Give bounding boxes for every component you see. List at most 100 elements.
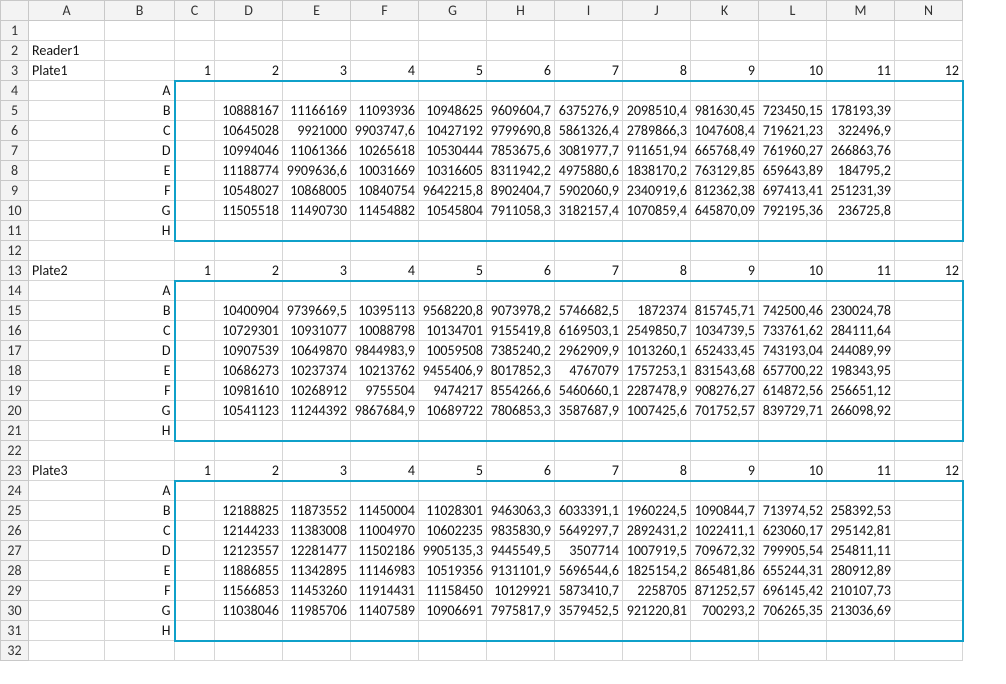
cell-K17[interactable]: 652433,45 bbox=[691, 341, 759, 361]
cell-I32[interactable] bbox=[555, 641, 623, 661]
row-header-30[interactable]: 30 bbox=[1, 601, 29, 621]
cell-H15[interactable]: 9073978,2 bbox=[487, 301, 555, 321]
cell-F24[interactable] bbox=[351, 481, 419, 501]
cell-E22[interactable] bbox=[283, 441, 351, 461]
row-header-31[interactable]: 31 bbox=[1, 621, 29, 641]
cell-D4[interactable] bbox=[215, 81, 283, 101]
cell-G31[interactable] bbox=[419, 621, 487, 641]
cell-H3[interactable]: 6 bbox=[487, 61, 555, 81]
cell-H26[interactable]: 9835830,9 bbox=[487, 521, 555, 541]
cell-I12[interactable] bbox=[555, 241, 623, 261]
cell-N16[interactable] bbox=[895, 321, 963, 341]
row-header-19[interactable]: 19 bbox=[1, 381, 29, 401]
cell-C29[interactable] bbox=[175, 581, 215, 601]
cell-D11[interactable] bbox=[215, 221, 283, 241]
cell-F19[interactable]: 9755504 bbox=[351, 381, 419, 401]
cell-I22[interactable] bbox=[555, 441, 623, 461]
cell-L25[interactable]: 713974,52 bbox=[759, 501, 827, 521]
cell-A25[interactable] bbox=[29, 501, 105, 521]
cell-I4[interactable] bbox=[555, 81, 623, 101]
cell-B18[interactable]: E bbox=[105, 361, 175, 381]
cell-C21[interactable] bbox=[175, 421, 215, 441]
cell-C28[interactable] bbox=[175, 561, 215, 581]
cell-N7[interactable] bbox=[895, 141, 963, 161]
cell-N3[interactable]: 12 bbox=[895, 61, 963, 81]
cell-L22[interactable] bbox=[759, 441, 827, 461]
column-headers[interactable]: ABCDEFGHIJKLMN bbox=[1, 1, 963, 21]
cell-N2[interactable] bbox=[895, 41, 963, 61]
cell-L21[interactable] bbox=[759, 421, 827, 441]
cell-C12[interactable] bbox=[175, 241, 215, 261]
cell-K31[interactable] bbox=[691, 621, 759, 641]
cell-A10[interactable] bbox=[29, 201, 105, 221]
cell-C15[interactable] bbox=[175, 301, 215, 321]
cell-L19[interactable]: 614872,56 bbox=[759, 381, 827, 401]
cell-A15[interactable] bbox=[29, 301, 105, 321]
cell-K6[interactable]: 1047608,4 bbox=[691, 121, 759, 141]
row-header-28[interactable]: 28 bbox=[1, 561, 29, 581]
col-header-M[interactable]: M bbox=[827, 1, 895, 21]
cell-E12[interactable] bbox=[283, 241, 351, 261]
cell-B16[interactable]: C bbox=[105, 321, 175, 341]
cell-I8[interactable]: 4975880,6 bbox=[555, 161, 623, 181]
cell-L12[interactable] bbox=[759, 241, 827, 261]
cell-L32[interactable] bbox=[759, 641, 827, 661]
cell-F15[interactable]: 10395113 bbox=[351, 301, 419, 321]
cell-N5[interactable] bbox=[895, 101, 963, 121]
cell-D8[interactable]: 11188774 bbox=[215, 161, 283, 181]
cell-F16[interactable]: 10088798 bbox=[351, 321, 419, 341]
col-header-E[interactable]: E bbox=[283, 1, 351, 21]
cell-A4[interactable] bbox=[29, 81, 105, 101]
cell-I3[interactable]: 7 bbox=[555, 61, 623, 81]
cell-A24[interactable] bbox=[29, 481, 105, 501]
cell-L30[interactable]: 706265,35 bbox=[759, 601, 827, 621]
cell-A5[interactable] bbox=[29, 101, 105, 121]
cell-H31[interactable] bbox=[487, 621, 555, 641]
cell-A27[interactable] bbox=[29, 541, 105, 561]
cell-F27[interactable]: 11502186 bbox=[351, 541, 419, 561]
cell-N18[interactable] bbox=[895, 361, 963, 381]
cell-E27[interactable]: 12281477 bbox=[283, 541, 351, 561]
cell-M11[interactable] bbox=[827, 221, 895, 241]
cell-E32[interactable] bbox=[283, 641, 351, 661]
cell-N26[interactable] bbox=[895, 521, 963, 541]
cell-K26[interactable]: 1022411,1 bbox=[691, 521, 759, 541]
cell-E21[interactable] bbox=[283, 421, 351, 441]
cell-K32[interactable] bbox=[691, 641, 759, 661]
cell-L28[interactable]: 655244,31 bbox=[759, 561, 827, 581]
col-header-K[interactable]: K bbox=[691, 1, 759, 21]
row-header-8[interactable]: 8 bbox=[1, 161, 29, 181]
cell-I21[interactable] bbox=[555, 421, 623, 441]
row-header-29[interactable]: 29 bbox=[1, 581, 29, 601]
cell-E16[interactable]: 10931077 bbox=[283, 321, 351, 341]
cell-L4[interactable] bbox=[759, 81, 827, 101]
cell-I30[interactable]: 3579452,5 bbox=[555, 601, 623, 621]
row-header-7[interactable]: 7 bbox=[1, 141, 29, 161]
cell-D20[interactable]: 10541123 bbox=[215, 401, 283, 421]
cell-E4[interactable] bbox=[283, 81, 351, 101]
cell-L14[interactable] bbox=[759, 281, 827, 301]
cell-M8[interactable]: 184795,2 bbox=[827, 161, 895, 181]
cell-G1[interactable] bbox=[419, 21, 487, 41]
cell-I15[interactable]: 5746682,5 bbox=[555, 301, 623, 321]
cell-K8[interactable]: 763129,85 bbox=[691, 161, 759, 181]
col-header-H[interactable]: H bbox=[487, 1, 555, 21]
cell-H2[interactable] bbox=[487, 41, 555, 61]
cell-C19[interactable] bbox=[175, 381, 215, 401]
cell-H5[interactable]: 9609604,7 bbox=[487, 101, 555, 121]
cell-J23[interactable]: 8 bbox=[623, 461, 691, 481]
cell-N11[interactable] bbox=[895, 221, 963, 241]
cell-C6[interactable] bbox=[175, 121, 215, 141]
cell-F13[interactable]: 4 bbox=[351, 261, 419, 281]
cell-L23[interactable]: 10 bbox=[759, 461, 827, 481]
cell-A6[interactable] bbox=[29, 121, 105, 141]
row-header-23[interactable]: 23 bbox=[1, 461, 29, 481]
cell-G3[interactable]: 5 bbox=[419, 61, 487, 81]
cell-K23[interactable]: 9 bbox=[691, 461, 759, 481]
cell-H23[interactable]: 6 bbox=[487, 461, 555, 481]
cell-G26[interactable]: 10602235 bbox=[419, 521, 487, 541]
cell-C18[interactable] bbox=[175, 361, 215, 381]
cell-K2[interactable] bbox=[691, 41, 759, 61]
cell-G17[interactable]: 10059508 bbox=[419, 341, 487, 361]
cell-E1[interactable] bbox=[283, 21, 351, 41]
